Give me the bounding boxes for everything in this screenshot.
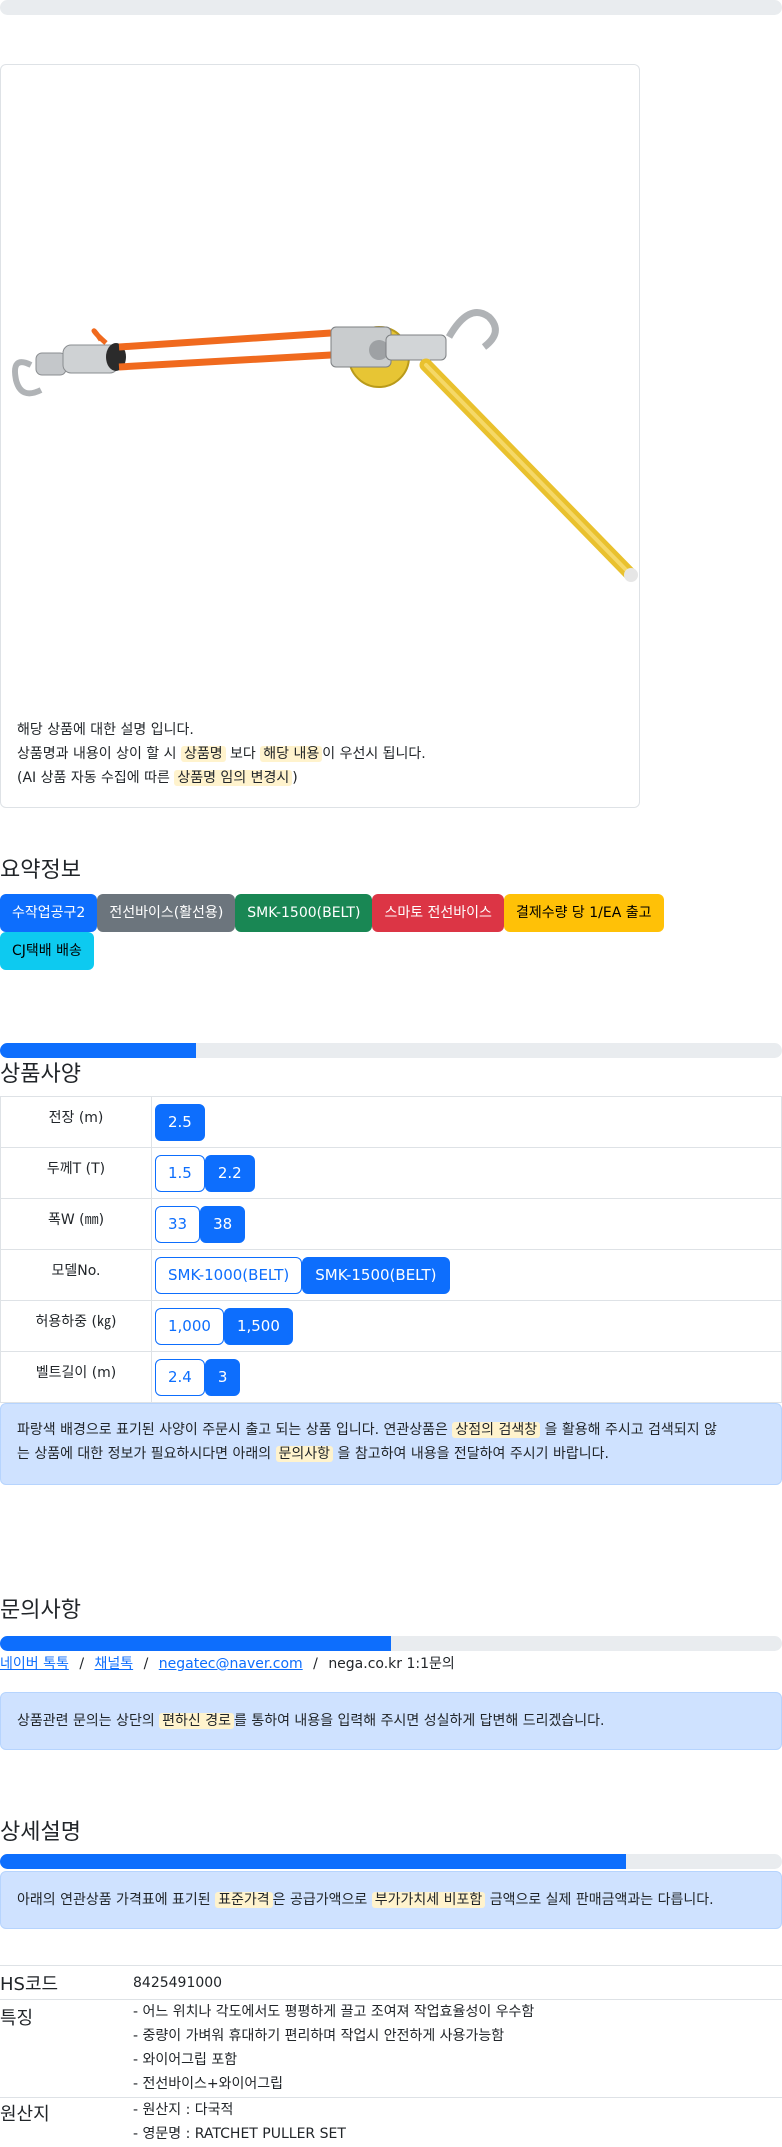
summary-badges: 수작업공구2 전선바이스(활선용) SMK-1500(BELT) 스마토 전선바이스 결… xyxy=(0,894,782,970)
summary-title: 요약정보 xyxy=(0,858,81,883)
highlight-vat-excluded: 부가가치세 비포함 xyxy=(371,1892,486,1908)
desc-line-2: 상품명과 내용이 상이 할 시 상품명 보다 해당 내용 이 우선시 됩니다. xyxy=(17,746,426,762)
naver-talk-link[interactable]: 네이버 톡톡 xyxy=(0,1656,69,1672)
spec-row: 전장 (m) 2.5 xyxy=(0,1096,782,1148)
spec-option-button[interactable]: 33 xyxy=(155,1205,201,1243)
spec-option-button[interactable]: 38 xyxy=(200,1205,246,1243)
site-inquiry-text: nega.co.kr 1:1문의 xyxy=(328,1656,455,1672)
inquiry-progress-bar xyxy=(0,1636,782,1651)
highlight-product-name: 상품명 xyxy=(180,746,226,762)
top-progress-bar xyxy=(0,0,782,15)
spec-row: 허용하중 (㎏) 1,000 1,500 xyxy=(0,1300,782,1352)
desc-line-3: (AI 상품 자동 수집에 따른 상품명 임의 변경시) xyxy=(17,770,298,786)
inquiry-notice: 상품관련 문의는 상단의 편하신 경로 를 통하여 내용을 입력해 주시면 성실하… xyxy=(0,1692,782,1750)
spec-label: 두께T (T) xyxy=(0,1147,152,1199)
hs-row: HS코드 8425491000 xyxy=(0,1965,782,1999)
spec-options: 2.5 xyxy=(151,1096,782,1148)
spec-row: 폭W (㎜) 33 38 xyxy=(0,1198,782,1250)
right-hook-icon xyxy=(445,309,499,350)
spec-options: 2.4 3 xyxy=(151,1351,782,1403)
spec-label: 벨트길이 (m) xyxy=(0,1351,152,1403)
origin-row: 원산지 - 원산지 : 다국적 - 영문명 : RATCHET PULLER S… xyxy=(0,2097,782,2147)
spec-option-button[interactable]: 1,500 xyxy=(223,1307,293,1345)
summary-badge: 스마토 전선바이스 xyxy=(372,894,504,932)
highlight-content: 해당 내용 xyxy=(260,746,323,762)
detail-title: 상세설명 xyxy=(0,1820,81,1845)
spec-options: 1.5 2.2 xyxy=(151,1147,782,1199)
spec-row: 두께T (T) 1.5 2.2 xyxy=(0,1147,782,1199)
inquiry-title: 문의사항 xyxy=(0,1598,81,1623)
spec-option-button[interactable]: 3 xyxy=(204,1358,241,1396)
specs-title: 상품사양 xyxy=(0,1062,81,1087)
spec-options: 33 38 xyxy=(151,1198,782,1250)
hs-label: HS코드 xyxy=(0,1974,59,1995)
desc-line-1: 해당 상품에 대한 설명 입니다. xyxy=(17,722,194,738)
highlight-store-search: 상점의 검색창 xyxy=(452,1422,541,1438)
spec-row: 벨트길이 (m) 2.4 3 xyxy=(0,1351,782,1403)
feature-item: - 전선바이스+와이어그립 xyxy=(133,2076,284,2092)
feature-item: - 어느 위치나 각도에서도 평평하게 끌고 조여져 작업효율성이 우수함 xyxy=(133,2004,535,2020)
inquiry-links: 네이버 톡톡 / 채널톡 / negatec@naver.com / nega.… xyxy=(0,1656,455,1672)
spec-option-button[interactable]: 1,000 xyxy=(155,1307,224,1345)
summary-badge: SMK-1500(BELT) xyxy=(235,894,373,932)
summary-badge: 결제수량 당 1/EA 출고 xyxy=(503,894,664,932)
origin-item: - 영문명 : RATCHET PULLER SET xyxy=(133,2126,346,2142)
detail-progress-fill xyxy=(0,1854,626,1869)
highlight-inquiry: 문의사항 xyxy=(275,1446,334,1462)
spec-notice: 파랑색 배경으로 표기된 사양이 주문시 출고 되는 상품 입니다. 연관상품은… xyxy=(0,1403,782,1485)
spec-options: SMK-1000(BELT) SMK-1500(BELT) xyxy=(151,1249,782,1301)
origin-item: - 원산지 : 다국적 xyxy=(133,2102,234,2118)
spec-option-button[interactable]: SMK-1000(BELT) xyxy=(155,1256,303,1294)
feature-item: - 중량이 가벼워 휴대하기 편리하며 작업시 안전하게 사용가능함 xyxy=(133,2028,505,2044)
specs-progress-bar xyxy=(0,1043,782,1058)
summary-badge: CJ택배 배송 xyxy=(0,932,94,970)
highlight-convenient-route: 편하신 경로 xyxy=(159,1713,235,1729)
product-image xyxy=(12,309,638,582)
spec-options: 1,000 1,500 xyxy=(151,1300,782,1352)
summary-badge: 수작업공구2 xyxy=(0,894,98,932)
detail-notice: 아래의 연관상품 가격표에 표기된 표준가격 은 공급가액으로 부가가치세 비포함… xyxy=(0,1871,782,1929)
channel-talk-link[interactable]: 채널톡 xyxy=(94,1656,133,1672)
spec-label: 모델No. xyxy=(0,1249,152,1301)
email-link[interactable]: negatec@naver.com xyxy=(159,1656,303,1672)
spec-option-button[interactable]: 2.2 xyxy=(204,1154,255,1192)
inquiry-progress-fill xyxy=(0,1636,391,1651)
origin-label: 원산지 xyxy=(0,2104,50,2125)
highlight-standard-price: 표준가격 xyxy=(215,1892,273,1908)
feature-row: 특징 - 어느 위치나 각도에서도 평평하게 끌고 조여져 작업효율성이 우수함… xyxy=(0,1999,782,2097)
hs-value: 8425491000 xyxy=(133,1975,223,1991)
spec-option-button[interactable]: 2.5 xyxy=(155,1103,205,1141)
feature-item: - 와이어그립 포함 xyxy=(133,2052,238,2068)
spec-label: 전장 (m) xyxy=(0,1096,152,1148)
spec-label: 폭W (㎜) xyxy=(0,1198,152,1250)
spec-option-button[interactable]: 1.5 xyxy=(155,1154,205,1192)
product-card: 해당 상품에 대한 설명 입니다. 상품명과 내용이 상이 할 시 상품명 보다… xyxy=(0,64,640,808)
summary-badge: 전선바이스(활선용) xyxy=(97,894,236,932)
spec-option-button[interactable]: 2.4 xyxy=(155,1358,205,1396)
spec-row: 모델No. SMK-1000(BELT) SMK-1500(BELT) xyxy=(0,1249,782,1301)
highlight-name-change: 상품명 임의 변경시 xyxy=(174,770,293,786)
feature-label: 특징 xyxy=(0,2008,34,2029)
spec-option-button[interactable]: SMK-1500(BELT) xyxy=(302,1256,450,1294)
spec-table: 전장 (m) 2.5 두께T (T) 1.5 2.2 폭W (㎜) 33 38 모델No. SMK… xyxy=(0,1096,782,1403)
spec-label: 허용하중 (㎏) xyxy=(0,1300,152,1352)
detail-progress-bar xyxy=(0,1854,782,1869)
